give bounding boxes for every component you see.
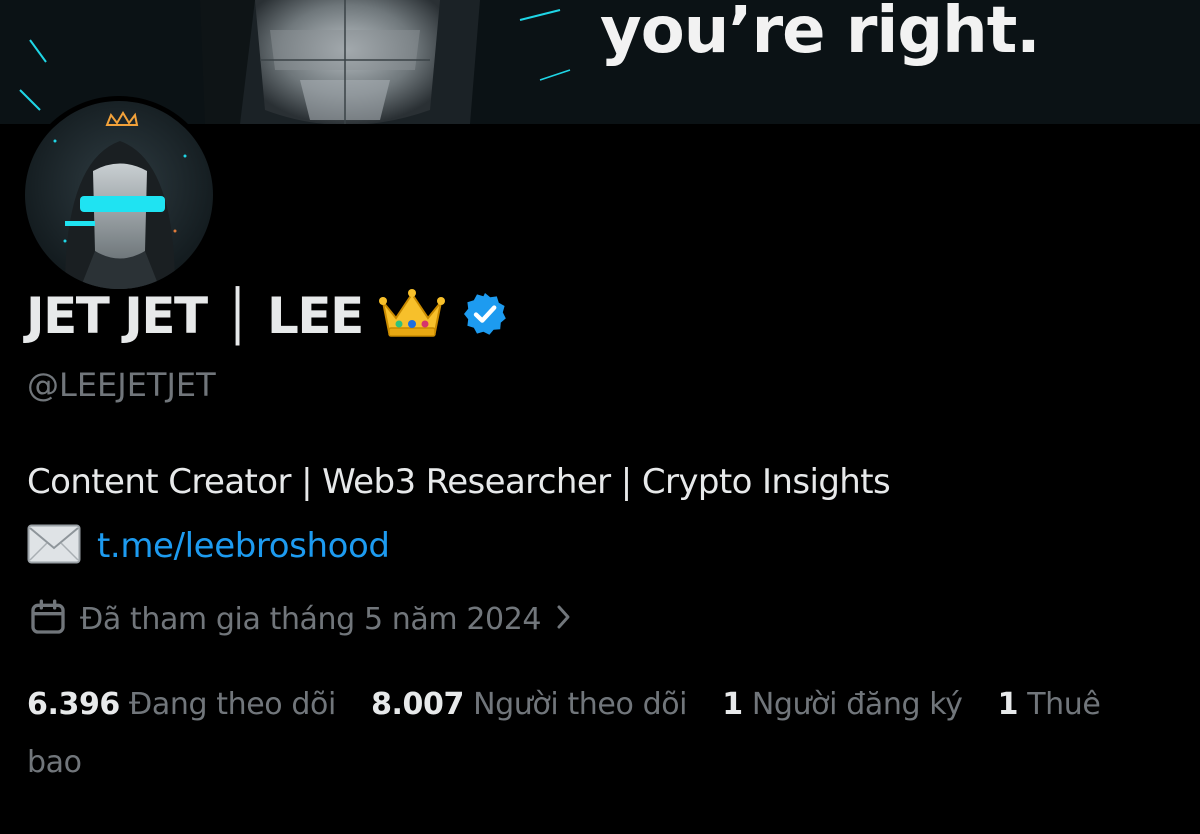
crown-icon	[378, 288, 445, 345]
followers-stat[interactable]: 8.007 Người theo dõi	[371, 687, 687, 722]
subscriptions-count: 1	[997, 687, 1019, 722]
chevron-right-icon	[555, 602, 573, 637]
profile-stats: 6.396 Đang theo dõi 8.007 Người theo dõi…	[27, 676, 1177, 792]
subscribers-count: 1	[722, 687, 743, 722]
followers-label: Người theo dõi	[473, 687, 688, 722]
verified-icon[interactable]	[461, 290, 509, 343]
bio-link-row: t.me/leebroshood	[27, 524, 390, 568]
following-count: 6.396	[27, 687, 120, 722]
calendar-icon	[28, 597, 68, 642]
joined-date: Đã tham gia tháng 5 năm 2024	[80, 601, 542, 637]
subscribers-stat[interactable]: 1 Người đăng ký	[722, 687, 963, 722]
mail-icon	[27, 524, 81, 569]
profile-banner[interactable]: you’re right.	[0, 0, 1200, 124]
profile-bio: Content Creator | Web3 Researcher | Cryp…	[27, 462, 891, 502]
user-handle: @LEEJETJET	[27, 366, 216, 404]
bio-link[interactable]: t.me/leebroshood	[97, 526, 390, 566]
following-stat[interactable]: 6.396 Đang theo dõi	[27, 687, 336, 722]
following-label: Đang theo dõi	[129, 687, 336, 722]
avatar[interactable]	[20, 96, 218, 294]
avatar-image	[25, 101, 213, 289]
subscribers-label: Người đăng ký	[751, 687, 963, 722]
joined-date-row[interactable]: Đã tham gia tháng 5 năm 2024	[28, 598, 573, 640]
display-name-row: JET JET │ LEE	[26, 284, 509, 348]
banner-text: you’re right.	[600, 0, 1041, 68]
followers-count: 8.007	[371, 687, 464, 722]
display-name: JET JET │ LEE	[26, 287, 364, 345]
